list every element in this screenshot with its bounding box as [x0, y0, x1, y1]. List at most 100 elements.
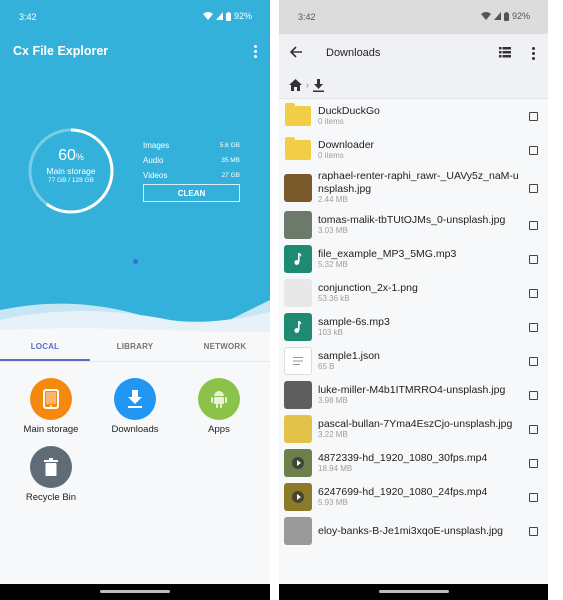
image-thumbnail	[284, 517, 312, 545]
folder-icon	[284, 102, 312, 130]
tablet-icon	[30, 378, 72, 420]
select-checkbox[interactable]	[529, 146, 538, 155]
file-meta: 0 items	[318, 151, 344, 161]
select-checkbox[interactable]	[529, 323, 538, 332]
wifi-icon	[480, 12, 491, 20]
file-list-item[interactable]: tomas-malik-tbTUtOJMs_0-unsplash.jpg 3.03…	[279, 208, 548, 242]
shortcut-apps[interactable]: Apps	[174, 378, 264, 435]
page-title: Downloads	[326, 47, 381, 59]
select-checkbox[interactable]	[529, 221, 538, 230]
image-thumbnail	[284, 173, 312, 202]
image-thumbnail	[284, 415, 312, 443]
navigation-bar	[0, 584, 270, 600]
storage-header: 3:42 92% Cx File Explorer 60% Main stora…	[0, 0, 270, 340]
battery-percent: 92%	[511, 11, 530, 21]
list-view-icon[interactable]	[499, 47, 511, 58]
storage-label: Main storage	[46, 166, 96, 176]
toolbar: Downloads	[279, 34, 548, 72]
select-checkbox[interactable]	[529, 527, 538, 536]
status-time: 3:42	[19, 12, 37, 22]
tab-local[interactable]: LOCAL	[0, 332, 90, 361]
file-list-item[interactable]: DuckDuckGo 0 items	[279, 99, 548, 133]
clean-button[interactable]: CLEAN	[143, 184, 240, 202]
file-list-item[interactable]: file_example_MP3_5MG.mp3 5.32 MB	[279, 242, 548, 276]
home-gesture-handle[interactable]	[378, 590, 449, 593]
storage-stats: Images 5.6 GB Audio 35 MB Videos 27 GB	[143, 138, 240, 183]
select-checkbox[interactable]	[529, 493, 538, 502]
page-indicator	[133, 259, 138, 264]
stat-videos: Videos 27 GB	[143, 171, 240, 180]
signal-icon	[493, 12, 501, 20]
select-checkbox[interactable]	[529, 112, 538, 121]
file-name: tomas-malik-tbTUtOJMs_0-unsplash.jpg	[318, 213, 506, 226]
file-name: sample1.json	[318, 349, 380, 362]
file-meta: 5.32 MB	[318, 260, 348, 270]
file-list-item[interactable]: luke-miller-M4b1ITMRRO4-unsplash.jpg 3.98…	[279, 378, 548, 412]
select-checkbox[interactable]	[529, 391, 538, 400]
shortcut-downloads[interactable]: Downloads	[90, 378, 180, 435]
more-options-icon[interactable]	[254, 45, 258, 58]
back-arrow-icon[interactable]	[289, 45, 303, 59]
shortcut-main-storage[interactable]: Main storage	[6, 378, 96, 435]
left-screen: 3:42 92% Cx File Explorer 60% Main stora…	[0, 0, 270, 600]
navigation-bar	[279, 584, 548, 600]
file-name: eloy-banks-B-Je1mi3xqoE-unsplash.jpg	[318, 524, 504, 537]
status-time: 3:42	[298, 12, 316, 22]
file-meta: 65 B	[318, 362, 335, 372]
file-name: file_example_MP3_5MG.mp3	[318, 247, 457, 260]
file-list-item[interactable]: raphael-renter-raphi_rawr-_UAVy5z_naM-un…	[279, 167, 548, 208]
home-icon[interactable]	[289, 79, 302, 91]
stat-audio: Audio 35 MB	[143, 156, 240, 165]
breadcrumb-separator: ›	[306, 80, 309, 90]
file-name: conjunction_2x-1.png	[318, 281, 418, 294]
file-meta: 0 items	[318, 117, 344, 127]
video-thumbnail	[284, 449, 312, 477]
app-title: Cx File Explorer	[13, 44, 109, 58]
file-name: luke-miller-M4b1ITMRRO4-unsplash.jpg	[318, 383, 506, 396]
status-bar: 3:42 92%	[0, 0, 270, 34]
file-list-item[interactable]: sample-6s.mp3 103 kB	[279, 310, 548, 344]
music-note-icon	[284, 245, 312, 273]
file-meta: 3.03 MB	[318, 226, 348, 236]
file-list-item[interactable]: pascal-bullan-7Yma4EszCjo-unsplash.jpg 3.…	[279, 412, 548, 446]
shortcut-recycle-bin[interactable]: Recycle Bin	[6, 446, 96, 503]
file-meta: 103 kB	[318, 328, 343, 338]
storage-size: 77 GB / 128 GB	[48, 177, 94, 184]
folder-icon	[284, 136, 312, 164]
file-name: 6247699-hd_1920_1080_24fps.mp4	[318, 485, 488, 498]
right-screen: 3:42 92% Downloads › DuckDuckGo 0 items Do…	[279, 0, 548, 600]
battery-icon	[503, 11, 509, 21]
more-options-icon[interactable]	[532, 47, 536, 60]
stat-images: Images 5.6 GB	[143, 141, 240, 150]
file-list-item[interactable]: eloy-banks-B-Je1mi3xqoE-unsplash.jpg	[279, 514, 548, 548]
file-name: DuckDuckGo	[318, 104, 380, 117]
image-thumbnail	[284, 381, 312, 409]
file-list-item[interactable]: sample1.json 65 B	[279, 344, 548, 378]
android-icon	[198, 378, 240, 420]
select-checkbox[interactable]	[529, 289, 538, 298]
select-checkbox[interactable]	[529, 425, 538, 434]
select-checkbox[interactable]	[529, 255, 538, 264]
file-meta: 3.98 MB	[318, 396, 348, 406]
tab-bar: LOCAL LIBRARY NETWORK	[0, 332, 270, 362]
file-list-item[interactable]: 6247699-hd_1920_1080_24fps.mp4 5.93 MB	[279, 480, 548, 514]
play-icon	[292, 491, 304, 503]
tab-network[interactable]: NETWORK	[180, 332, 270, 361]
file-meta: 2.44 MB	[318, 195, 348, 204]
select-checkbox[interactable]	[529, 459, 538, 468]
tab-library[interactable]: LIBRARY	[90, 332, 180, 361]
file-list-item[interactable]: conjunction_2x-1.png 53.36 kB	[279, 276, 548, 310]
home-gesture-handle[interactable]	[100, 590, 170, 593]
file-meta: 53.36 kB	[318, 294, 350, 304]
select-checkbox[interactable]	[529, 357, 538, 366]
file-name: Downloader	[318, 138, 375, 151]
trash-icon	[30, 446, 72, 488]
download-icon[interactable]	[313, 78, 324, 92]
video-thumbnail	[284, 483, 312, 511]
file-list-item[interactable]: Downloader 0 items	[279, 133, 548, 167]
file-list: DuckDuckGo 0 items Downloader 0 items raphae…	[279, 99, 548, 548]
file-list-item[interactable]: 4872339-hd_1920_1080_30fps.mp4 18.94 MB	[279, 446, 548, 480]
document-icon	[284, 347, 312, 375]
wifi-icon	[202, 12, 213, 20]
select-checkbox[interactable]	[529, 183, 538, 193]
